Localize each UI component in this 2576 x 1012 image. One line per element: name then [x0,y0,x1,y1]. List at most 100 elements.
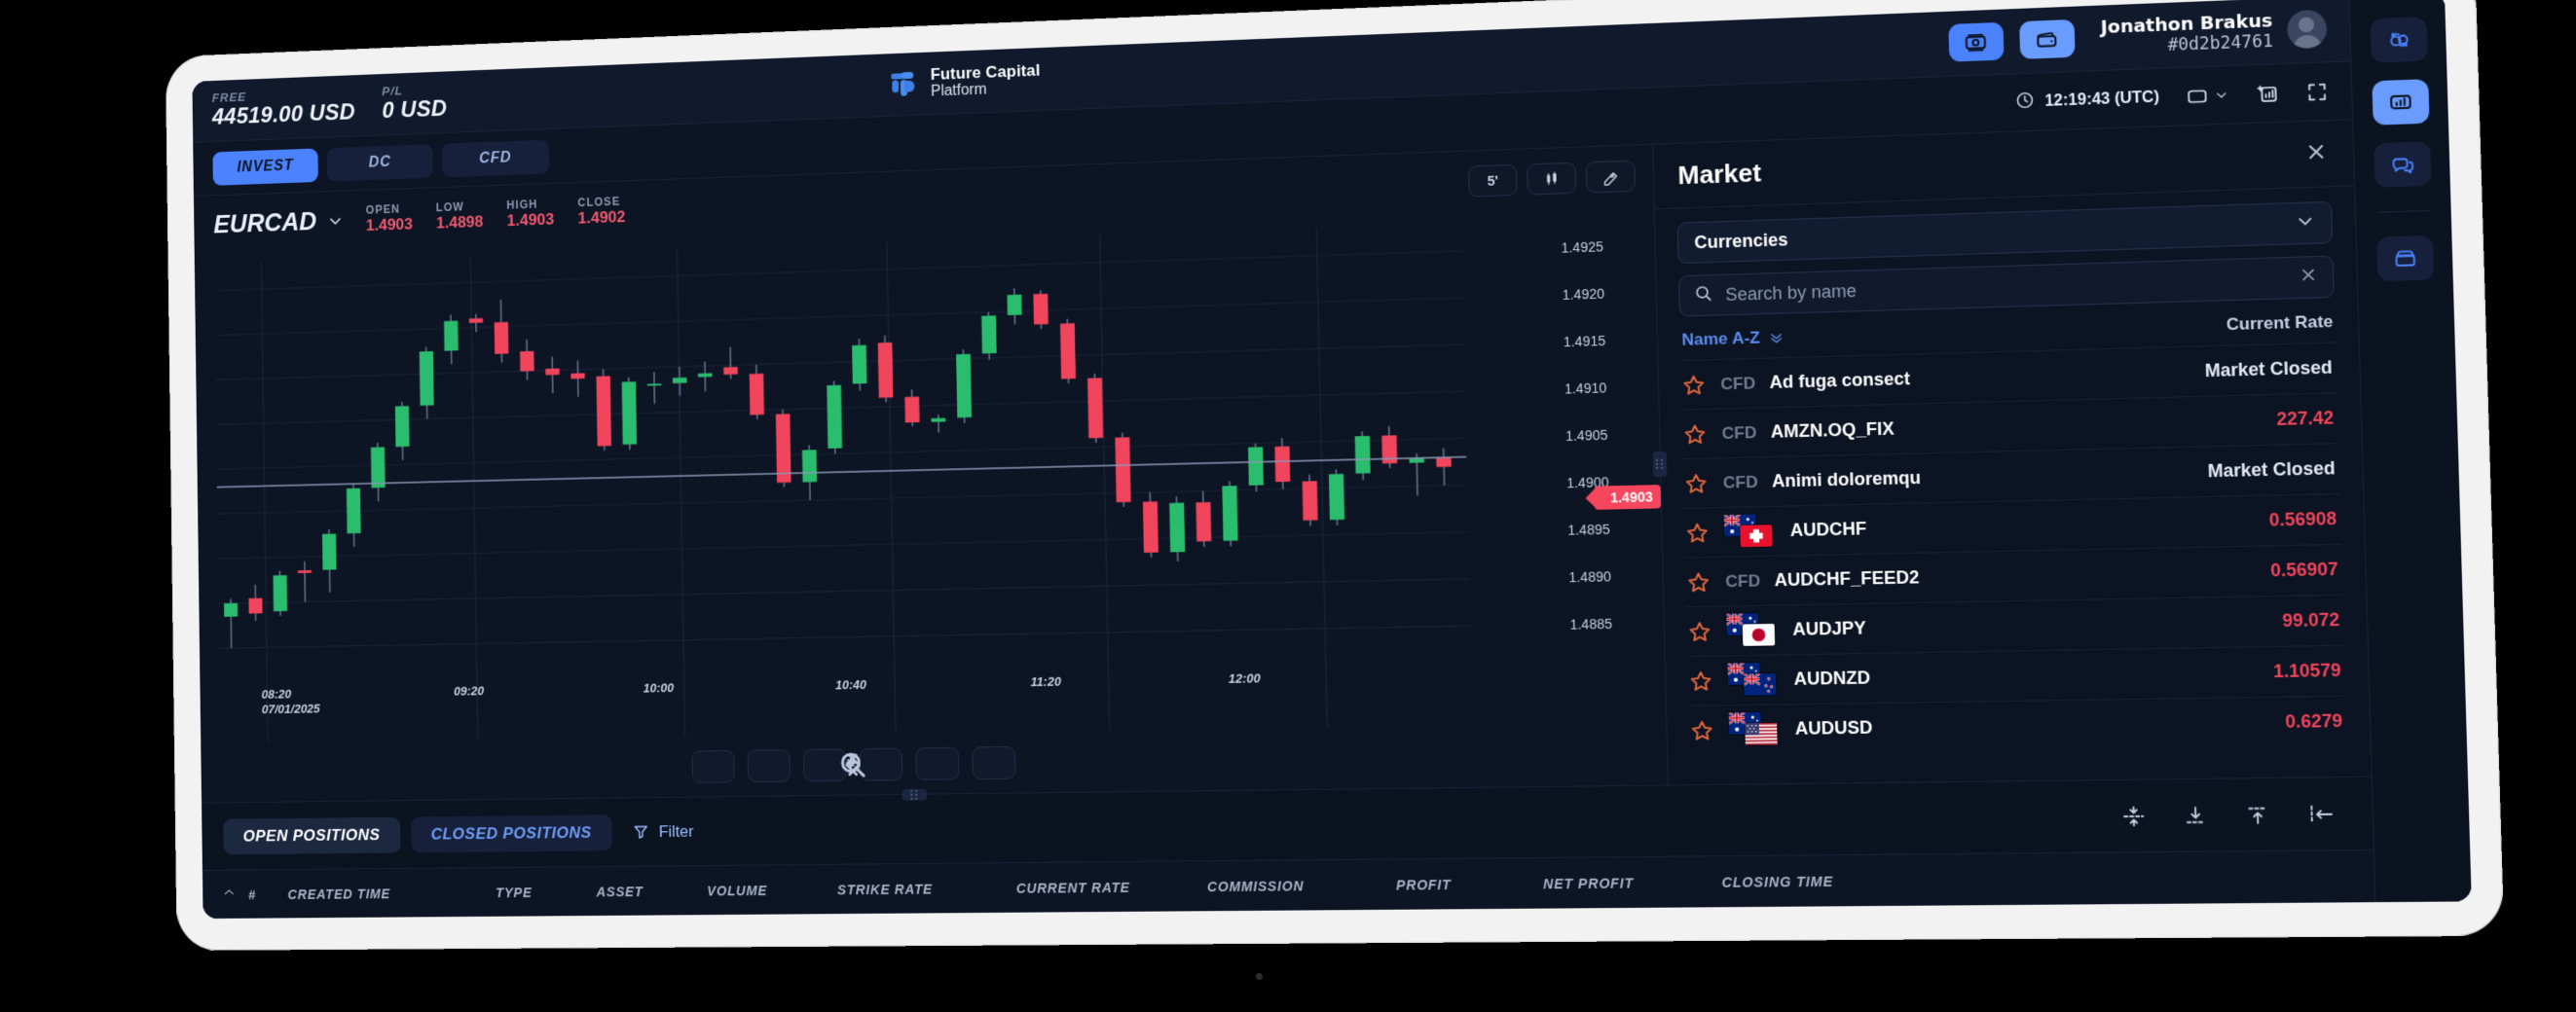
time-tick-label: 09:20 [453,683,485,699]
column-header[interactable]: COMMISSION [1207,877,1396,894]
brand-logo: Future Capital Platform [887,61,1041,102]
drawing-tools-button[interactable] [1585,160,1637,194]
column-header[interactable]: TYPE [496,884,597,900]
flag-ch-icon [1740,524,1773,547]
star-icon[interactable] [1681,421,1708,448]
wallet-button[interactable] [2018,19,2076,60]
pl-value: 0 USD [382,95,448,124]
star-icon[interactable] [1688,668,1714,694]
brand-line-2: Platform [930,81,987,100]
favorite-star-button[interactable] [1684,520,1711,546]
layout-selector[interactable] [2186,84,2228,107]
instrument-row[interactable]: AUDUSD 0.6279 [1688,695,2348,755]
column-header[interactable]: CURRENT RATE [1016,879,1207,896]
collapse-both-button[interactable] [2121,804,2147,828]
chevron-double-up-icon [222,887,236,902]
star-icon[interactable] [1684,520,1711,546]
flag-jp-icon [1742,623,1776,646]
tab-cfd[interactable]: CFD [441,139,550,177]
utc-clock: 12:19:43 (UTC) [2015,86,2160,115]
rail-market-button[interactable] [2371,79,2430,126]
column-header[interactable]: PROFIT [1396,876,1543,893]
user-profile[interactable]: Jonathon Brakus #0d2b24761 [2101,8,2328,58]
scroll-right-button[interactable] [972,745,1016,780]
column-header[interactable]: CREATED TIME [287,885,496,901]
instrument-name: AMZN.OQ_FIX [1770,418,1895,442]
price-tick-label: 1.4915 [1563,332,1606,350]
star-icon[interactable] [1689,717,1715,743]
search-input[interactable] [1725,267,2287,306]
close-icon [2304,139,2329,163]
instrument-name: AUDNZD [1793,668,1871,689]
instrument-name: AUDJPY [1792,618,1866,639]
vertical-resize-handle[interactable] [1652,451,1668,478]
favorite-star-button[interactable] [1681,421,1708,448]
star-icon[interactable] [1683,470,1710,496]
avatar[interactable] [2286,10,2328,50]
market-panel: Market Currencies Search by name Name A-… [1652,120,2372,785]
tab-invest[interactable]: INVEST [212,147,318,186]
star-icon[interactable] [1686,618,1712,644]
column-header[interactable]: # [248,886,288,902]
star-icon[interactable] [1680,372,1707,398]
ohlc-close: CLOSE 1.4902 [577,195,625,229]
rail-folder-button[interactable] [2375,235,2434,282]
timeframe-button[interactable]: 5' [1467,163,1518,198]
clock-text: 12:19:43 (UTC) [2044,88,2160,110]
folder-icon [2392,246,2417,271]
add-chart-button[interactable] [2255,82,2279,106]
favorite-star-button[interactable] [1683,470,1710,496]
symbol-label: EURCAD [213,206,317,238]
market-title: Market [1677,158,1762,191]
rail-exchange-button[interactable] [2369,17,2428,63]
ohlc-low-value: 1.4898 [435,212,484,233]
column-header[interactable]: STRIKE RATE [837,881,1016,897]
favorite-star-button[interactable] [1685,569,1711,596]
column-header[interactable]: VOLUME [707,882,837,898]
free-value: 44519.00 USD [211,99,356,130]
market-close-button[interactable] [2304,139,2329,168]
tab-dc[interactable]: DC [326,143,434,182]
deposit-button[interactable] [1948,22,2005,63]
instrument-rate: Market Closed [2207,457,2336,482]
chevron-down-icon [327,212,343,229]
horizontal-resize-handle[interactable] [902,788,927,801]
tab-dc-label: DC [368,153,391,170]
favorite-star-button[interactable] [1680,372,1707,398]
favorite-star-button[interactable] [1689,717,1715,743]
sort-by-name-button[interactable]: Name A-Z [1681,328,1785,350]
chart-toolbar: 5' [1467,160,1643,198]
rail-divider [2376,209,2430,213]
column-header[interactable]: ASSET [596,883,707,899]
instrument-name: Ad fuga consect [1769,368,1911,393]
collapse-left-button[interactable] [2307,802,2336,826]
favorite-star-button[interactable] [1688,668,1714,694]
list-scrollbar[interactable] [2344,345,2349,480]
bar-chart-icon [2387,90,2412,115]
candlestick-type-button[interactable] [1527,162,1577,196]
tab-open-positions[interactable]: OPEN POSITIONS [223,816,401,855]
symbol-selector[interactable]: EURCAD [213,205,343,238]
column-header[interactable]: CLOSING TIME [1721,873,1893,889]
search-clear-button[interactable] [2299,265,2319,289]
price-tick-label: 1.4885 [1569,615,1613,632]
category-select[interactable]: Currencies [1676,200,2334,265]
candlestick-chart[interactable]: 1.4925 1.4920 1.4915 1.4910 1.4905 1.4900 1.48… [195,205,1668,802]
star-icon[interactable] [1685,569,1711,596]
instrument-rate: 0.6279 [2284,710,2343,733]
home-indicator-dot [1256,973,1263,980]
instrument-list[interactable]: CFD Ad fuga consect Market Closed CFD AMZN.O… [1679,342,2349,784]
price-tick-label: 1.4890 [1568,567,1612,585]
instrument-name: AUDCHF_FEED2 [1774,567,1920,591]
filter-button[interactable]: Filter [632,822,694,842]
rail-chat-button[interactable] [2373,141,2431,188]
add-chart-icon [2255,82,2279,106]
collapse-down-button[interactable] [2183,803,2208,827]
filter-label: Filter [658,821,694,841]
fullscreen-button[interactable] [2305,80,2329,103]
column-header[interactable]: NET PROFIT [1543,874,1722,891]
collapse-up-button[interactable] [2245,803,2270,827]
row-sort-toggle[interactable] [222,887,236,902]
tab-closed-positions[interactable]: CLOSED POSITIONS [410,813,612,853]
favorite-star-button[interactable] [1686,618,1712,644]
